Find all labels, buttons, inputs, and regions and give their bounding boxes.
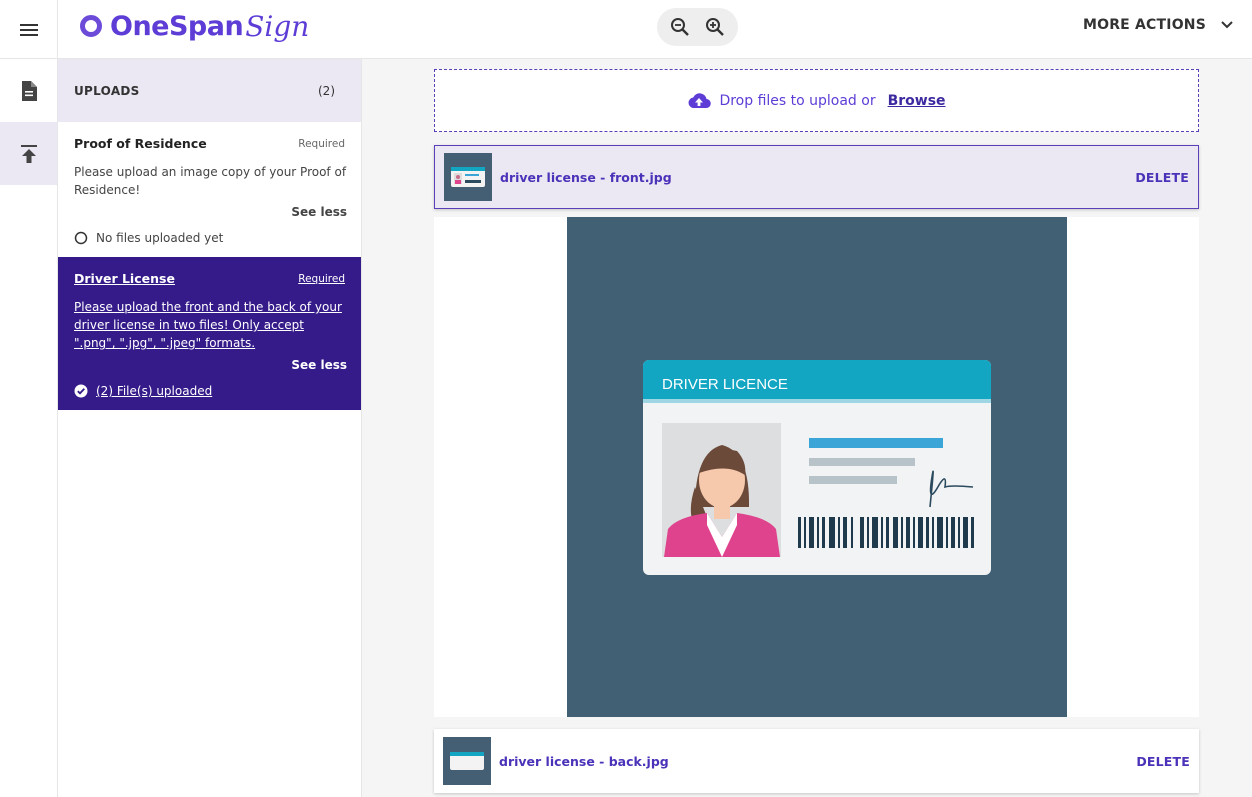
upload-status: (2) File(s) uploaded [74, 384, 347, 398]
upload-status-link[interactable]: (2) File(s) uploaded [96, 384, 212, 398]
uploads-count: (2) [318, 83, 335, 98]
uploads-header: UPLOADS (2) [58, 59, 361, 122]
menu-button[interactable] [0, 0, 58, 59]
card-title-text: DRIVER LICENCE [662, 376, 788, 393]
radio-empty-icon [74, 231, 88, 245]
browse-link[interactable]: Browse [888, 93, 946, 109]
document-icon [21, 80, 37, 101]
zoom-controls [657, 8, 738, 46]
onespan-sign-logo: OneSpan Sign [80, 6, 309, 46]
upload-icon [20, 144, 37, 163]
file-name[interactable]: driver license - front.jpg [500, 170, 1135, 185]
image-preview: DRIVER LICENCE [567, 217, 1067, 717]
driver-licence-illustration: DRIVER LICENCE [643, 360, 991, 575]
file-name[interactable]: driver license - back.jpg [499, 754, 1136, 769]
uploads-title: UPLOADS [74, 83, 140, 98]
uploads-panel: UPLOADS (2) Proof of Residence Required … [58, 59, 362, 797]
file-thumbnail [443, 737, 491, 785]
file-row-back[interactable]: driver license - back.jpg DELETE [434, 729, 1199, 793]
logo-ring-icon [80, 15, 102, 37]
required-badge: Required [298, 273, 345, 285]
more-actions-button[interactable]: MORE ACTIONS [1083, 17, 1234, 33]
file-dropzone[interactable]: Drop files to upload or Browse [434, 69, 1199, 132]
cloud-upload-icon [688, 92, 712, 108]
rail-uploads-button[interactable] [0, 122, 57, 185]
dropzone-text: Drop files to upload or [719, 92, 876, 109]
requirement-proof-of-residence[interactable]: Proof of Residence Required Please uploa… [58, 122, 361, 257]
zoom-out-icon [671, 18, 690, 36]
required-badge: Required [298, 138, 345, 150]
requirement-description: Please upload the front and the back of … [74, 300, 342, 350]
zoom-in-button[interactable] [700, 12, 730, 42]
file-row-front[interactable]: driver license - front.jpg DELETE [434, 145, 1199, 209]
more-actions-label: MORE ACTIONS [1082, 17, 1206, 33]
requirement-driver-license[interactable]: Driver License Required Please upload th… [58, 257, 361, 410]
menu-icon [19, 23, 38, 36]
file-thumbnail [444, 153, 492, 201]
upload-status-text: No files uploaded yet [96, 231, 224, 245]
zoom-in-icon [705, 18, 724, 36]
upload-status: No files uploaded yet [74, 231, 347, 245]
delete-button[interactable]: DELETE [1136, 754, 1190, 769]
chevron-down-icon [1221, 21, 1233, 29]
delete-button[interactable]: DELETE [1135, 170, 1189, 185]
logo-script-text: Sign [245, 9, 310, 43]
left-rail [0, 59, 58, 797]
see-less-link[interactable]: See less [74, 358, 347, 372]
image-preview-area: DRIVER LICENCE [434, 217, 1199, 717]
rail-documents-button[interactable] [0, 59, 57, 122]
top-bar: OneSpan Sign MORE ACTIONS [0, 0, 1252, 59]
see-less-link[interactable]: See less [74, 205, 347, 219]
requirement-description: Please upload an image copy of your Proo… [74, 165, 347, 197]
check-circle-icon [74, 384, 88, 398]
logo-brand-text: OneSpan [110, 10, 244, 42]
zoom-out-button[interactable] [665, 12, 695, 42]
